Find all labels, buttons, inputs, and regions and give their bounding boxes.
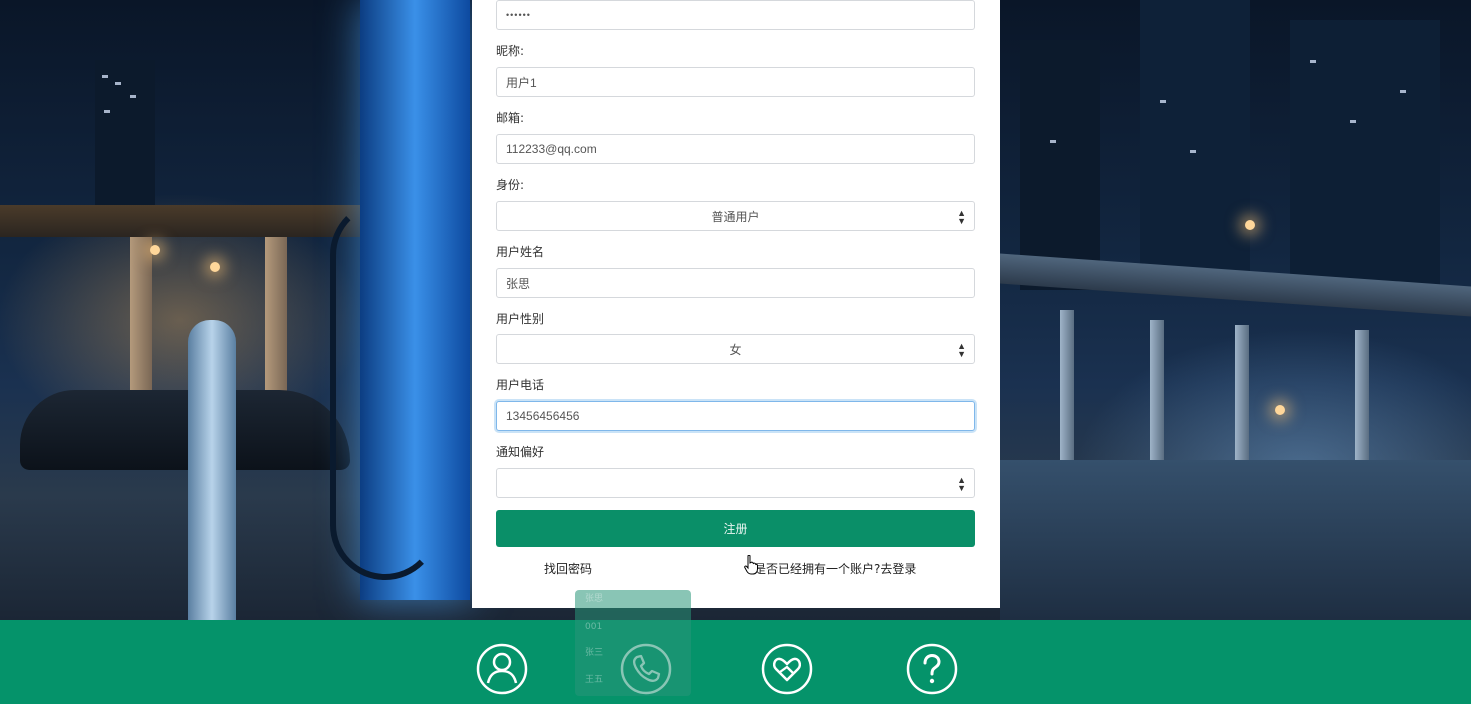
go-login-link[interactable]: 是否已经拥有一个账户?去登录 bbox=[754, 561, 916, 577]
autocomplete-item[interactable]: 张三 bbox=[585, 648, 603, 659]
role-label: 身份: bbox=[496, 178, 525, 192]
notify-label: 通知偏好 bbox=[496, 445, 545, 459]
forgot-password-link[interactable]: 找回密码 bbox=[544, 561, 592, 577]
phone-input[interactable]: 13456456456 bbox=[496, 401, 975, 431]
bg-road bbox=[1000, 460, 1471, 620]
autocomplete-item[interactable]: 001 bbox=[585, 622, 602, 633]
hand-cursor-icon bbox=[744, 555, 758, 575]
gender-select[interactable]: 女 ▲ ▼ bbox=[496, 334, 975, 364]
select-arrows-icon: ▲ ▼ bbox=[957, 341, 966, 359]
register-form-card: •••••• 昵称: 用户1 邮箱: 112233@qq.com 身份: 普通用… bbox=[472, 0, 1000, 608]
real-name-input[interactable]: 张思 bbox=[496, 268, 975, 298]
bg-car bbox=[20, 390, 350, 470]
bg-bollard bbox=[188, 320, 236, 620]
email-value: 112233@qq.com bbox=[506, 142, 597, 156]
real-name-label: 用户姓名 bbox=[496, 245, 545, 259]
phone-value: 13456456456 bbox=[506, 409, 580, 423]
footer-bar bbox=[0, 620, 1471, 704]
bg-building bbox=[95, 60, 155, 210]
nickname-input[interactable]: 用户1 bbox=[496, 67, 975, 97]
gender-selected-value: 女 bbox=[729, 342, 742, 357]
phone-label: 用户电话 bbox=[496, 378, 545, 392]
email-input[interactable]: 112233@qq.com bbox=[496, 134, 975, 164]
heart-hand-icon bbox=[761, 643, 813, 695]
password-value: •••••• bbox=[506, 10, 531, 20]
role-selected-value: 普通用户 bbox=[711, 209, 760, 224]
footer-item-user[interactable] bbox=[475, 642, 529, 696]
autocomplete-item[interactable]: 张思 bbox=[585, 594, 603, 605]
email-label: 邮箱: bbox=[496, 111, 525, 125]
real-name-value: 张思 bbox=[506, 276, 531, 291]
password-input[interactable]: •••••• bbox=[496, 0, 975, 30]
autocomplete-dropdown: 张思 001 张三 王五 bbox=[575, 590, 691, 696]
gender-label: 用户性别 bbox=[496, 312, 545, 326]
select-arrows-icon: ▲ ▼ bbox=[957, 208, 966, 226]
nickname-label: 昵称: bbox=[496, 44, 525, 58]
footer-item-care[interactable] bbox=[760, 642, 814, 696]
footer-item-help[interactable] bbox=[905, 642, 959, 696]
autocomplete-item[interactable]: 王五 bbox=[585, 675, 603, 686]
select-arrows-icon: ▲ ▼ bbox=[957, 475, 966, 493]
notify-select[interactable]: ▲ ▼ bbox=[496, 468, 975, 498]
nickname-value: 用户1 bbox=[506, 75, 537, 90]
register-button[interactable]: 注册 bbox=[496, 510, 975, 547]
user-icon bbox=[476, 643, 528, 695]
role-select[interactable]: 普通用户 ▲ ▼ bbox=[496, 201, 975, 231]
question-icon bbox=[906, 643, 958, 695]
